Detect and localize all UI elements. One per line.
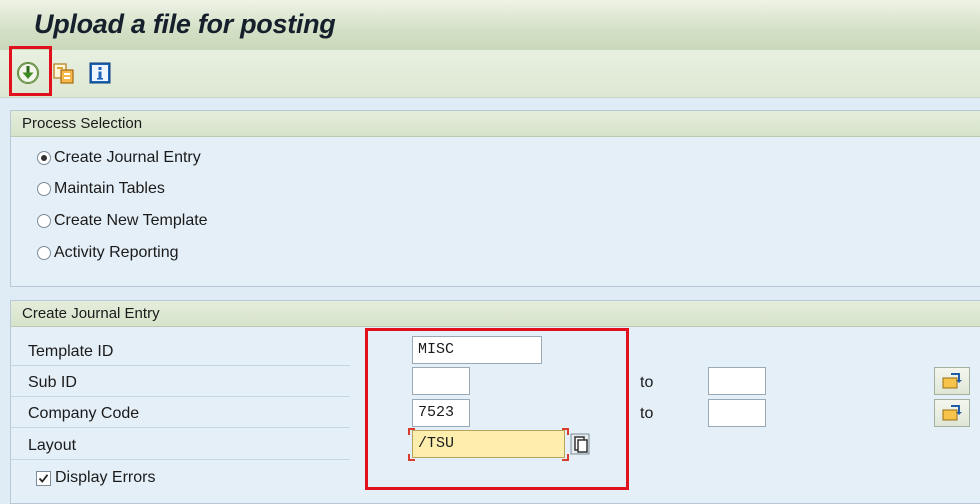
checkmark-icon — [38, 473, 49, 483]
multiple-selection-arrow-icon — [942, 405, 962, 421]
company-code-to-input[interactable] — [708, 399, 766, 427]
focus-corner — [408, 454, 415, 461]
radio-button[interactable] — [37, 246, 51, 260]
layout-input[interactable]: /TSU — [412, 430, 565, 458]
display-errors-checkbox[interactable] — [36, 470, 51, 486]
get-variant-button[interactable] — [52, 61, 76, 85]
title-bar: Upload a file for posting — [0, 0, 980, 50]
radio-maintain-tables[interactable]: Maintain Tables — [37, 178, 165, 200]
get-variant-icon — [53, 63, 74, 84]
focus-corner — [562, 428, 569, 435]
radio-activity-reporting[interactable]: Activity Reporting — [37, 242, 179, 264]
company-code-to-label: to — [640, 405, 654, 422]
process-selection-header: Process Selection — [11, 111, 980, 137]
template-id-label: Template ID — [10, 338, 350, 366]
radio-button[interactable] — [37, 151, 51, 165]
radio-label: Create Journal Entry — [54, 149, 201, 166]
sub-id-to-input[interactable] — [708, 367, 766, 395]
radio-label: Activity Reporting — [54, 244, 179, 261]
display-errors-label: Display Errors — [55, 469, 156, 486]
page-title: Upload a file for posting — [34, 9, 336, 39]
layout-label: Layout — [10, 432, 350, 460]
company-code-multiple-selection-button[interactable] — [934, 399, 970, 427]
create-journal-entry-header: Create Journal Entry — [11, 301, 980, 327]
multiple-selection-arrow-icon — [942, 373, 962, 389]
sub-id-to-label: to — [640, 374, 654, 391]
focus-corner — [562, 454, 569, 461]
company-code-input[interactable]: 7523 — [412, 399, 470, 427]
value-help-icon — [570, 433, 590, 455]
sub-id-label: Sub ID — [10, 369, 350, 397]
radio-button[interactable] — [37, 214, 51, 228]
execute-icon — [17, 62, 39, 84]
radio-create-journal-entry[interactable]: Create Journal Entry — [37, 147, 201, 169]
process-selection-group: Process Selection Create Journal Entry M… — [10, 110, 980, 287]
layout-value-help-button[interactable] — [570, 433, 590, 455]
info-button[interactable] — [88, 61, 112, 85]
template-id-input[interactable]: MISC — [412, 336, 542, 364]
company-code-label: Company Code — [10, 400, 350, 428]
info-icon — [89, 62, 111, 84]
execute-button[interactable] — [16, 61, 40, 85]
application-toolbar — [0, 50, 980, 98]
sub-id-multiple-selection-button[interactable] — [934, 367, 970, 395]
display-errors-checkbox-row[interactable]: Display Errors — [36, 466, 155, 490]
focus-corner — [408, 428, 415, 435]
radio-label: Maintain Tables — [54, 180, 165, 197]
sub-id-input[interactable] — [412, 367, 470, 395]
radio-create-new-template[interactable]: Create New Template — [37, 210, 208, 232]
radio-label: Create New Template — [54, 212, 208, 229]
radio-button[interactable] — [37, 182, 51, 196]
